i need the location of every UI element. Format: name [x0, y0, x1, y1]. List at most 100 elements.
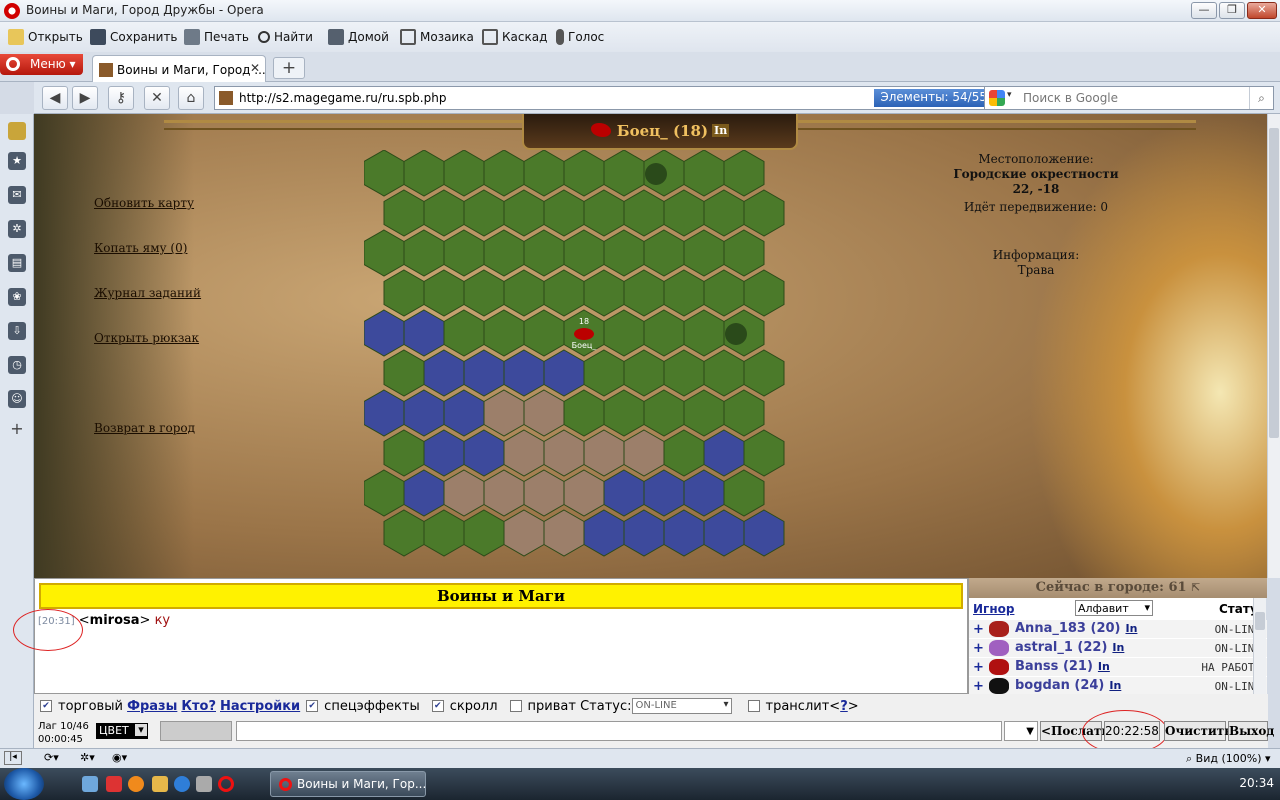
hex-tile[interactable]: [703, 349, 745, 397]
search-input[interactable]: ▾ Поиск в Google ⌕: [984, 86, 1274, 110]
hex-tile[interactable]: [743, 349, 785, 397]
online-scroll-thumb[interactable]: [1255, 612, 1265, 630]
hex-tile[interactable]: [443, 229, 485, 277]
hex-tile[interactable]: [364, 389, 405, 437]
hex-tile[interactable]: [364, 229, 405, 277]
online-user-row[interactable]: + Anna_183 (20) In ON-LINE: [969, 620, 1267, 639]
elements-badge[interactable]: Элементы: 54/55: [874, 89, 993, 107]
hero-marker-icon[interactable]: [574, 328, 594, 340]
panel-toggle-icon[interactable]: |◂: [4, 751, 22, 765]
hex-tile[interactable]: [623, 269, 665, 317]
print-button[interactable]: Печать: [184, 28, 249, 46]
gear-icon[interactable]: ✲: [8, 220, 26, 238]
help-link[interactable]: ?: [840, 699, 848, 714]
hex-tile[interactable]: [663, 349, 705, 397]
hex-tile[interactable]: [663, 189, 705, 237]
stop-button[interactable]: ✕: [144, 86, 170, 110]
hex-tile[interactable]: [423, 269, 465, 317]
add-friend-button[interactable]: +: [973, 660, 984, 675]
google-icon[interactable]: [989, 90, 1005, 106]
settings-link[interactable]: Настройки: [220, 699, 300, 714]
hex-tile[interactable]: [643, 389, 685, 437]
add-friend-button[interactable]: +: [973, 641, 984, 656]
new-tab-button[interactable]: +: [273, 57, 305, 79]
hex-tile[interactable]: [563, 229, 605, 277]
tab-active[interactable]: Воины и Маги, Город ... ✕: [92, 55, 266, 82]
hex-tile[interactable]: [643, 469, 685, 517]
hex-tile[interactable]: [403, 229, 445, 277]
hex-tile[interactable]: [703, 429, 745, 477]
hex-tile[interactable]: [623, 509, 665, 557]
hex-tile[interactable]: [383, 509, 425, 557]
hex-tile[interactable]: [523, 309, 565, 357]
hex-tile[interactable]: [383, 349, 425, 397]
hex-tile[interactable]: [523, 229, 565, 277]
hex-tile[interactable]: [623, 349, 665, 397]
exit-button[interactable]: Выход: [1228, 721, 1274, 741]
search-go-icon[interactable]: ⌕: [1249, 87, 1273, 109]
user-name[interactable]: astral_1 (22) In: [1015, 640, 1124, 655]
who-link[interactable]: Кто?: [181, 699, 216, 714]
hex-tile[interactable]: [543, 269, 585, 317]
zoom-control[interactable]: ⌕ Вид (100%) ▾: [1186, 752, 1271, 766]
hex-tile[interactable]: [503, 349, 545, 397]
hex-tile[interactable]: [743, 429, 785, 477]
hex-tile[interactable]: [523, 469, 565, 517]
hero-info-button[interactable]: In: [712, 124, 730, 137]
hex-tile[interactable]: [603, 150, 645, 197]
mosaic-button[interactable]: Мозаика: [400, 28, 474, 46]
hex-tile[interactable]: [623, 429, 665, 477]
recipient-field[interactable]: [160, 721, 232, 741]
hex-tile[interactable]: [523, 150, 565, 197]
opera-menu-button[interactable]: Меню ▾: [0, 54, 83, 75]
hex-tile[interactable]: [443, 150, 485, 197]
hex-tile[interactable]: [603, 469, 645, 517]
hex-tile[interactable]: [543, 429, 585, 477]
unite-icon[interactable]: ✲▾: [80, 751, 95, 764]
hex-tile[interactable]: [443, 469, 485, 517]
return-to-town-link[interactable]: Возврат в город: [94, 421, 195, 435]
online-scrollbar[interactable]: [1253, 598, 1266, 694]
downloads-icon[interactable]: ⇩: [8, 322, 26, 340]
hex-tile[interactable]: [423, 349, 465, 397]
start-button[interactable]: [4, 768, 44, 800]
hex-tile[interactable]: [723, 150, 765, 197]
hex-tile[interactable]: [723, 469, 765, 517]
turbo-icon[interactable]: ◉▾: [112, 751, 127, 764]
home-button[interactable]: Домой: [328, 28, 389, 46]
minimize-button[interactable]: —: [1191, 2, 1217, 19]
hex-tile[interactable]: [743, 509, 785, 557]
user-info-link[interactable]: In: [1109, 679, 1121, 692]
hex-tile[interactable]: [643, 229, 685, 277]
hex-tile[interactable]: [364, 469, 405, 517]
widgets-icon[interactable]: ❀: [8, 288, 26, 306]
voice-button[interactable]: Голос: [556, 28, 604, 46]
hex-tile[interactable]: [723, 389, 765, 437]
color-select[interactable]: ЦВЕТ: [96, 723, 148, 739]
user-name[interactable]: Anna_183 (20) In: [1015, 621, 1137, 636]
hex-tile[interactable]: [423, 189, 465, 237]
hex-tile[interactable]: [503, 429, 545, 477]
hex-tile[interactable]: [423, 509, 465, 557]
clear-button[interactable]: Очистить: [1164, 721, 1232, 741]
hex-tile[interactable]: [563, 389, 605, 437]
message-input[interactable]: [236, 721, 1002, 741]
find-button[interactable]: Найти: [258, 28, 313, 46]
sync-icon[interactable]: ⟳▾: [44, 751, 59, 764]
hex-tile[interactable]: [383, 189, 425, 237]
app-icon[interactable]: [196, 776, 212, 792]
hex-tile[interactable]: [683, 229, 725, 277]
hex-tile[interactable]: [483, 389, 525, 437]
refresh-map-link[interactable]: Обновить карту: [94, 196, 194, 210]
firefox-icon[interactable]: [128, 776, 144, 792]
hex-tile[interactable]: [703, 269, 745, 317]
hex-tile[interactable]: [683, 150, 725, 197]
quest-log-link[interactable]: Журнал заданий: [94, 286, 201, 300]
hex-tile[interactable]: [503, 509, 545, 557]
hex-tile[interactable]: [743, 269, 785, 317]
user-name[interactable]: Banss (21) In: [1015, 659, 1110, 674]
hex-tile[interactable]: [663, 429, 705, 477]
translit-checkbox[interactable]: [747, 700, 760, 712]
ie-icon[interactable]: [174, 776, 190, 792]
hex-tile[interactable]: [364, 150, 405, 197]
